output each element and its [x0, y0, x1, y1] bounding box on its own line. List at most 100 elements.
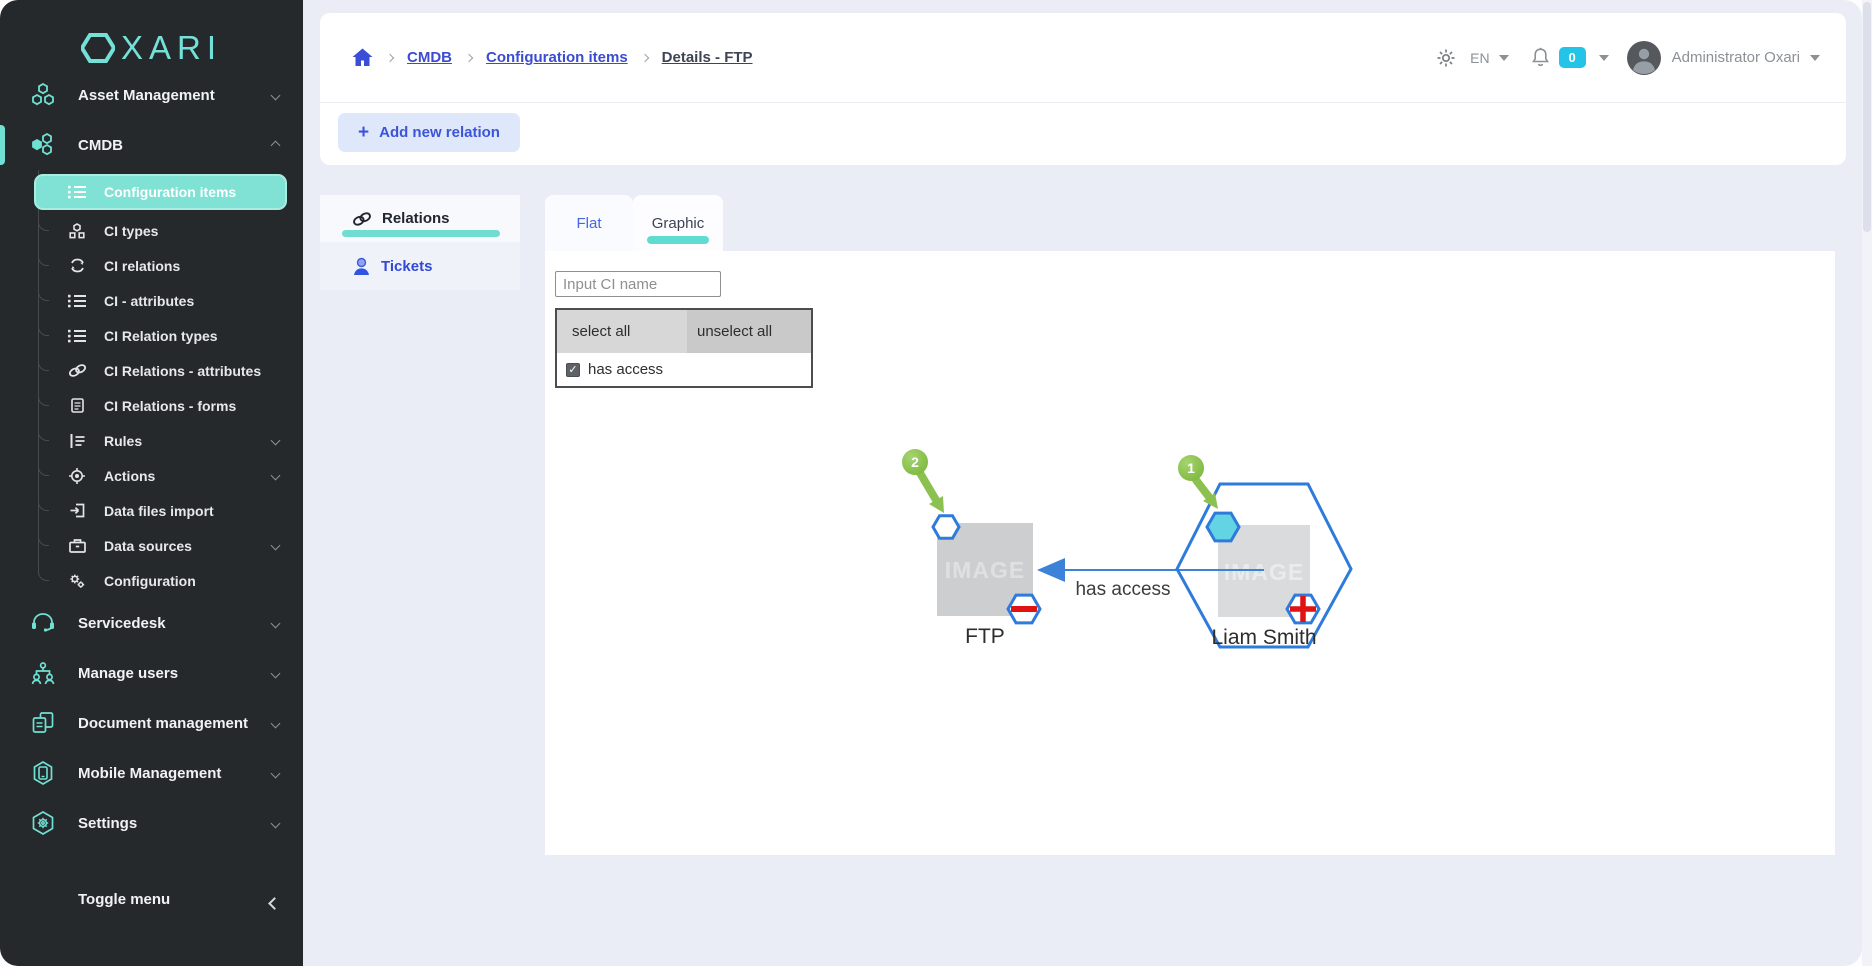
select-all-button[interactable]: select all: [557, 310, 687, 353]
toggle-menu-button[interactable]: Toggle menu: [0, 874, 303, 924]
node-label-ftp: FTP: [965, 625, 1005, 648]
language-selector[interactable]: EN: [1470, 50, 1489, 66]
sidebar-item-actions[interactable]: Actions: [0, 458, 303, 493]
box-icon: [64, 539, 90, 553]
tab-tickets-label: Tickets: [381, 258, 432, 275]
unselect-all-button[interactable]: unselect all: [687, 310, 811, 353]
sidebar-item-mobile-management[interactable]: Mobile Management: [0, 748, 303, 798]
sidebar-item-ci-types[interactable]: CI types: [0, 213, 303, 248]
tab-relations[interactable]: Relations: [320, 195, 520, 242]
port-hexagon-selected-icon[interactable]: [1207, 513, 1239, 541]
relations-panel: Relations Tickets: [320, 195, 520, 290]
sidebar-item-label: Servicedesk: [78, 615, 166, 632]
bell-icon[interactable]: [1531, 47, 1550, 68]
sidebar-item-label: CMDB: [78, 137, 123, 154]
user-name[interactable]: Administrator Oxari: [1672, 49, 1800, 66]
active-tab-underline: [647, 236, 709, 244]
sidebar-item-asset-management[interactable]: Asset Management: [0, 70, 303, 120]
order-badge: 2: [911, 454, 919, 470]
add-new-relation-button[interactable]: + Add new relation: [338, 113, 520, 152]
sidebar-item-label: CI relations: [104, 258, 180, 274]
gears-icon: [64, 573, 90, 589]
chevron-down-icon: [271, 436, 281, 446]
sidebar-item-ci-relations-attributes[interactable]: CI Relations - attributes: [0, 353, 303, 388]
port-hexagon-icon[interactable]: [933, 516, 959, 539]
sidebar-item-ci-attributes[interactable]: CI - attributes: [0, 283, 303, 318]
hexagon-cluster-icon: [28, 83, 58, 107]
chevron-down-icon: [271, 618, 281, 628]
active-tab-underline: [342, 230, 500, 237]
checkbox-checked-icon[interactable]: ✓: [566, 363, 580, 377]
sidebar-item-data-files-import[interactable]: Data files import: [0, 493, 303, 528]
tab-relations-label: Relations: [382, 210, 450, 227]
sidebar-item-label: Manage users: [78, 665, 178, 682]
caret-down-icon[interactable]: [1599, 55, 1609, 61]
home-icon[interactable]: [352, 48, 373, 67]
relation-type-option[interactable]: ✓ has access: [557, 353, 811, 386]
scrollbar-thumb[interactable]: [1863, 2, 1871, 232]
add-relation-icon[interactable]: [1287, 595, 1319, 623]
page-scrollbar[interactable]: [1862, 0, 1872, 966]
oxari-logo: XARI: [0, 0, 303, 70]
settings-hexagon-icon: [28, 811, 58, 835]
sidebar-item-label: CI Relation types: [104, 328, 218, 344]
plus-icon: +: [358, 123, 369, 142]
sidebar-item-configuration[interactable]: Configuration: [0, 563, 303, 598]
edge-label: has access: [1075, 579, 1170, 600]
cmdb-submenu: Configuration items CI types CI relation…: [0, 170, 303, 598]
gear-icon[interactable]: [1436, 48, 1456, 68]
breadcrumb-link-configuration-items[interactable]: Configuration items: [486, 49, 628, 66]
tab-graphic-label: Graphic: [652, 215, 705, 232]
order-marker-2: 2: [902, 449, 944, 513]
tab-graphic[interactable]: Graphic: [633, 195, 723, 251]
import-icon: [64, 503, 90, 518]
sidebar-item-label: Configuration items: [104, 184, 236, 200]
documents-icon: [28, 712, 58, 734]
breadcrumb-current: Details - FTP: [662, 49, 753, 66]
list-icon: [64, 329, 90, 343]
sidebar-item-document-management[interactable]: Document management: [0, 698, 303, 748]
sidebar-item-label: Document management: [78, 715, 248, 732]
tab-flat[interactable]: Flat: [545, 195, 633, 251]
order-badge: 1: [1187, 460, 1195, 476]
sidebar-item-settings[interactable]: Settings: [0, 798, 303, 848]
tab-tickets[interactable]: Tickets: [320, 242, 520, 290]
sidebar-item-manage-users[interactable]: Manage users: [0, 648, 303, 698]
caret-down-icon[interactable]: [1810, 55, 1820, 61]
oxari-logo-hexagon-icon: [81, 30, 115, 66]
ci-name-input[interactable]: [555, 271, 721, 297]
tree-branch: [38, 461, 49, 476]
tree-branch: [38, 321, 49, 336]
filter-header: select all unselect all: [557, 310, 811, 353]
hexagon-cluster-filled-icon: [28, 133, 58, 157]
tree-branch: [38, 356, 49, 371]
sidebar-item-ci-relations-forms[interactable]: CI Relations - forms: [0, 388, 303, 423]
notification-badge[interactable]: 0: [1559, 47, 1586, 68]
sidebar-item-rules[interactable]: Rules: [0, 423, 303, 458]
logo-text: XARI: [121, 29, 222, 67]
sidebar-item-label: CI types: [104, 223, 158, 239]
breadcrumb-link-cmdb[interactable]: CMDB: [407, 49, 452, 66]
sidebar-item-cmdb[interactable]: CMDB: [0, 120, 303, 170]
sidebar-item-servicedesk[interactable]: Servicedesk: [0, 598, 303, 648]
sidebar-item-label: Data sources: [104, 538, 192, 554]
node-label-liam-smith: Liam Smith: [1211, 626, 1316, 649]
breadcrumb-separator-icon: [640, 53, 648, 61]
header-controls: EN 0 Administrator Oxari: [1436, 41, 1820, 75]
sidebar-item-ci-relations[interactable]: CI relations: [0, 248, 303, 283]
headset-icon: [28, 612, 58, 634]
list-icon: [64, 185, 90, 199]
mobile-icon: [28, 761, 58, 785]
tree-branch: [38, 251, 49, 266]
sidebar-item-label: CI Relations - attributes: [104, 363, 261, 379]
avatar[interactable]: [1627, 41, 1661, 75]
sidebar-item-data-sources[interactable]: Data sources: [0, 528, 303, 563]
caret-down-icon[interactable]: [1499, 55, 1509, 61]
tree-branch: [38, 426, 49, 441]
chevron-down-icon: [271, 668, 281, 678]
sidebar-item-label: CI - attributes: [104, 293, 194, 309]
chevron-down-icon: [271, 90, 281, 100]
sidebar-item-ci-relation-types[interactable]: CI Relation types: [0, 318, 303, 353]
sidebar-item-configuration-items[interactable]: Configuration items: [34, 174, 287, 210]
remove-relation-icon[interactable]: [1008, 595, 1040, 623]
